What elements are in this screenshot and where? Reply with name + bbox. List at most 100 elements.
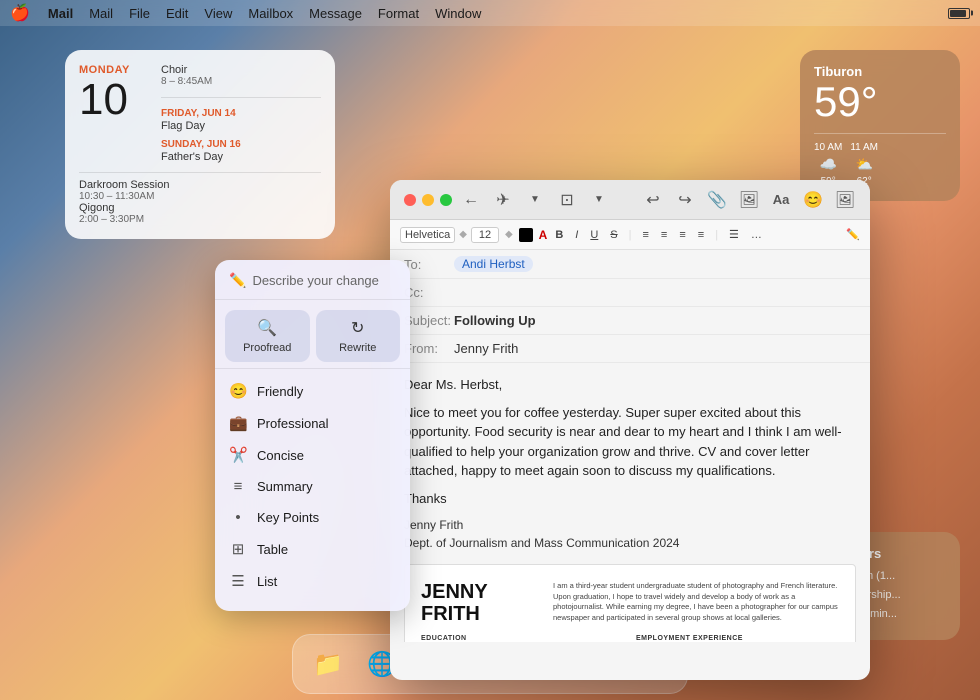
friendly-icon: 😊 — [229, 382, 247, 400]
menubar-format[interactable]: Message — [309, 6, 362, 21]
menubar-mailbox[interactable]: View — [204, 6, 232, 21]
mail-subject-field[interactable]: Subject: Following Up — [390, 307, 870, 335]
mail-cc-field[interactable]: Cc: — [390, 279, 870, 307]
apple-menu[interactable]: 🍎 — [10, 3, 30, 23]
subject-value: Following Up — [454, 313, 536, 328]
menu-item-concise[interactable]: ✂️ Concise — [215, 439, 410, 471]
writing-tools-label: Describe your change — [252, 273, 378, 288]
battery-icon — [948, 8, 970, 19]
menubar: 🍎 Mail Mail File Edit View Mailbox Messa… — [0, 0, 980, 26]
text-color-box[interactable] — [519, 228, 533, 242]
dock-finder[interactable]: 📁 — [305, 641, 351, 687]
choir-title: Choir — [161, 64, 321, 76]
hour-0-icon: ☁️ — [819, 156, 836, 173]
font-selector[interactable]: Helvetica — [400, 227, 455, 243]
minimize-button[interactable] — [422, 194, 434, 206]
proofread-button[interactable]: 🔍 Proofread — [225, 310, 310, 362]
sig-title: Dept. of Journalism and Mass Communicati… — [404, 534, 856, 552]
menu-item-key-points[interactable]: • Key Points — [215, 502, 410, 533]
choir-time: 8 – 8:45AM — [161, 76, 321, 87]
future-label-1: SUNDAY, JUN 16 — [161, 139, 241, 150]
menubar-help[interactable]: Window — [435, 6, 481, 21]
to-label: To: — [404, 257, 454, 272]
back-icon[interactable]: ← — [460, 189, 482, 211]
writing-tools-actions: 🔍 Proofread ↻ Rewrite — [215, 300, 410, 369]
align-left-button[interactable]: ≡ — [639, 228, 653, 242]
weather-temperature: 59° — [814, 79, 946, 125]
font-size-field[interactable]: 12 — [471, 227, 499, 243]
align-justify-button[interactable]: ≡ — [694, 228, 708, 242]
mail-signoff: Thanks — [404, 489, 856, 509]
italic-button[interactable]: I — [571, 228, 582, 242]
friendly-label: Friendly — [257, 384, 303, 399]
hour-0-label: 10 AM — [814, 142, 842, 153]
attachment-icon[interactable]: 📎 — [706, 189, 728, 211]
calendar-event-darkroom: Darkroom Session 10:30 – 11:30AM — [79, 179, 321, 202]
calendar-widget: MONDAY 10 Choir 8 – 8:45AM FRIDAY, JUN 1… — [65, 50, 335, 239]
menu-item-list[interactable]: ☰ List — [215, 565, 410, 597]
menubar-file[interactable]: Mail — [89, 6, 113, 21]
insert-icon[interactable]: 🖼 — [834, 189, 856, 211]
underline-button[interactable]: U — [586, 228, 602, 242]
hour-1-label: 11 AM — [850, 142, 878, 153]
align-right-button[interactable]: ≡ — [675, 228, 689, 242]
concise-icon: ✂️ — [229, 446, 247, 464]
to-recipient-chip[interactable]: Andi Herbst — [454, 256, 533, 272]
undo-icon[interactable]: ↩ — [642, 189, 664, 211]
writing-tools-icon: ✏️ — [229, 272, 246, 289]
weather-widget[interactable]: Tiburon 59° 10 AM ☁️ 59° 11 AM ⛅ 62° — [800, 50, 960, 201]
emoji-icon[interactable]: 😊 — [802, 189, 824, 211]
concise-label: Concise — [257, 448, 304, 463]
close-button[interactable] — [404, 194, 416, 206]
text-color-highlight[interactable]: A — [539, 228, 548, 242]
resume-bio: I am a third-year student undergraduate … — [553, 581, 839, 625]
proofread-icon: 🔍 — [257, 318, 277, 338]
menu-item-summary[interactable]: ≡ Summary — [215, 471, 410, 502]
mail-content[interactable]: Dear Ms. Herbst, Nice to meet you for co… — [390, 363, 870, 564]
photo-icon[interactable]: 🖼 — [738, 189, 760, 211]
future-label-0: FRIDAY, JUN 14 — [161, 108, 236, 119]
traffic-lights[interactable] — [404, 194, 452, 206]
summary-icon: ≡ — [229, 478, 247, 495]
subject-label: Subject: — [404, 313, 454, 328]
mail-to-field: To: Andi Herbst — [390, 250, 870, 279]
writing-tools-btn[interactable]: ✏️ — [846, 228, 860, 241]
menubar-window[interactable]: Format — [378, 6, 419, 21]
resume-employment-col: EMPLOYMENT EXPERIENCE SEPTEMBER 2021–PRE… — [636, 635, 839, 642]
align-center-button[interactable]: ≡ — [657, 228, 671, 242]
fullscreen-button[interactable] — [440, 194, 452, 206]
mail-body: To: Andi Herbst Cc: Subject: Following U… — [390, 250, 870, 642]
menubar-message[interactable]: Mailbox — [248, 6, 293, 21]
menubar-edit[interactable]: File — [129, 6, 150, 21]
rewrite-button[interactable]: ↻ Rewrite — [316, 310, 401, 362]
qigong-title: Qigong — [79, 202, 321, 214]
menubar-app-name[interactable]: Mail — [48, 6, 73, 21]
menubar-right — [948, 8, 970, 19]
menu-item-friendly[interactable]: 😊 Friendly — [215, 375, 410, 407]
education-label: EDUCATION — [421, 635, 624, 642]
resume-education-col: EDUCATION Expected June 2024 BACHELOR OF… — [421, 635, 624, 642]
strikethrough-button[interactable]: S — [606, 228, 621, 242]
hour-1-icon: ⛅ — [855, 156, 872, 173]
font-panel-icon[interactable]: Aa — [770, 189, 792, 211]
list-button[interactable]: ☰ — [725, 227, 743, 242]
mail-from-field: From: Jenny Frith — [390, 335, 870, 363]
resume-name: JENNY FRITH — [421, 581, 541, 625]
from-value: Jenny Frith — [454, 341, 518, 356]
view-dropdown-icon[interactable]: ▼ — [588, 189, 610, 211]
menu-item-table[interactable]: ⊞ Table — [215, 533, 410, 565]
mail-window: ← ✈ ▼ ⊡ ▼ ↩ ↪ 📎 🖼 Aa 😊 🖼 Helvetica ◆ 12 … — [390, 180, 870, 680]
bold-button[interactable]: B — [551, 228, 567, 242]
view-icon[interactable]: ⊡ — [556, 189, 578, 211]
qigong-time: 2:00 – 3:30PM — [79, 214, 321, 225]
menubar-view[interactable]: Edit — [166, 6, 188, 21]
send-icon[interactable]: ✈ — [492, 189, 514, 211]
more-button[interactable]: … — [747, 228, 766, 242]
calendar-day-number: 10 — [79, 78, 149, 122]
sig-name: Jenny Frith — [404, 516, 856, 534]
send-dropdown-icon[interactable]: ▼ — [524, 189, 546, 211]
rewrite-label: Rewrite — [339, 342, 376, 354]
menu-item-professional[interactable]: 💼 Professional — [215, 407, 410, 439]
cc-label: Cc: — [404, 285, 454, 300]
redo-icon[interactable]: ↪ — [674, 189, 696, 211]
